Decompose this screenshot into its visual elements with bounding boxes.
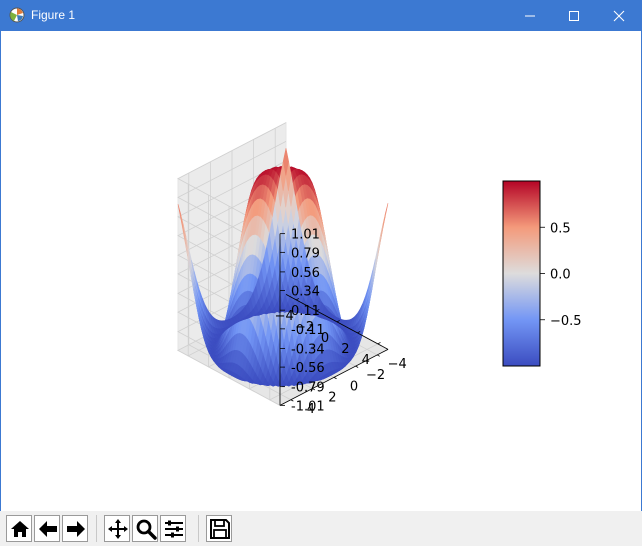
z-tick-label: 0.11 <box>291 304 320 319</box>
x-tick-label: 4 <box>362 353 370 368</box>
z-tick-label: -0.11 <box>291 323 325 338</box>
toolbar-separator <box>198 515 199 542</box>
home-button[interactable] <box>6 515 32 542</box>
colorbar-ticks: 0.5 0.0 −0.5 <box>540 221 582 329</box>
save-floppy-icon <box>210 519 230 539</box>
z-tick-label: 0.79 <box>291 246 320 261</box>
y-tick-label: 2 <box>328 391 336 406</box>
close-icon <box>613 10 625 22</box>
colorbar-tick-label: 0.5 <box>550 221 571 236</box>
y-tick-mark <box>333 376 337 380</box>
z-tick-label: -0.56 <box>291 361 325 376</box>
minimize-button[interactable] <box>508 0 552 31</box>
z-tick-label: -1.01 <box>291 399 325 414</box>
home-icon <box>11 521 29 537</box>
zoom-magnifier-icon <box>136 519 157 540</box>
y-tick-mark <box>355 365 359 368</box>
colorbar-gradient <box>502 180 541 367</box>
forward-arrow-icon <box>67 521 85 537</box>
z-tick-label: -0.79 <box>291 381 325 396</box>
x-tick-mark <box>377 342 381 345</box>
colorbar: 0.5 0.0 −0.5 <box>502 180 582 367</box>
maximize-icon <box>569 11 579 21</box>
minimize-icon <box>525 15 535 17</box>
y-tick-mark <box>377 354 380 357</box>
back-arrow-icon <box>39 521 57 537</box>
window-title-bar[interactable]: Figure 1 <box>0 0 642 31</box>
z-tick-label: -0.34 <box>291 342 325 357</box>
y-tick-label: 0 <box>350 379 358 394</box>
z-tick-label: 0.56 <box>291 266 320 281</box>
configure-subplots-button[interactable] <box>160 515 186 542</box>
surface-plot-3d: −4−2024 −4−20241.010.790.560.340.11-0.11-… <box>176 121 582 417</box>
forward-button[interactable] <box>62 515 88 542</box>
figure-canvas[interactable]: −4 −2 0 2 4 −4 −2 0 2 4 1.01 0.79 0.56 0.34 0.11 -0.11-… <box>1 31 641 510</box>
matplotlib-app-icon <box>9 7 25 23</box>
z-tick-label: 1.01 <box>291 228 320 243</box>
pan-move-icon <box>108 519 128 539</box>
maximize-button[interactable] <box>552 0 596 31</box>
close-button[interactable] <box>597 0 641 31</box>
colorbar-tick-label: 0.0 <box>550 268 571 283</box>
colorbar-tick-label: −0.5 <box>550 314 582 329</box>
pan-button[interactable] <box>104 515 130 542</box>
z-tick-label: 0.34 <box>291 285 320 300</box>
configure-subplots-icon <box>165 520 183 538</box>
back-button[interactable] <box>34 515 60 542</box>
window-title: Figure 1 <box>31 8 76 22</box>
y-tick-label: −4 <box>388 357 407 372</box>
zoom-button[interactable] <box>132 515 158 542</box>
toolbar-separator <box>96 515 97 542</box>
x-tick-label: 2 <box>341 342 349 357</box>
y-tick-label: −2 <box>366 368 385 383</box>
navigation-toolbar <box>0 511 642 546</box>
save-button[interactable] <box>206 515 232 542</box>
